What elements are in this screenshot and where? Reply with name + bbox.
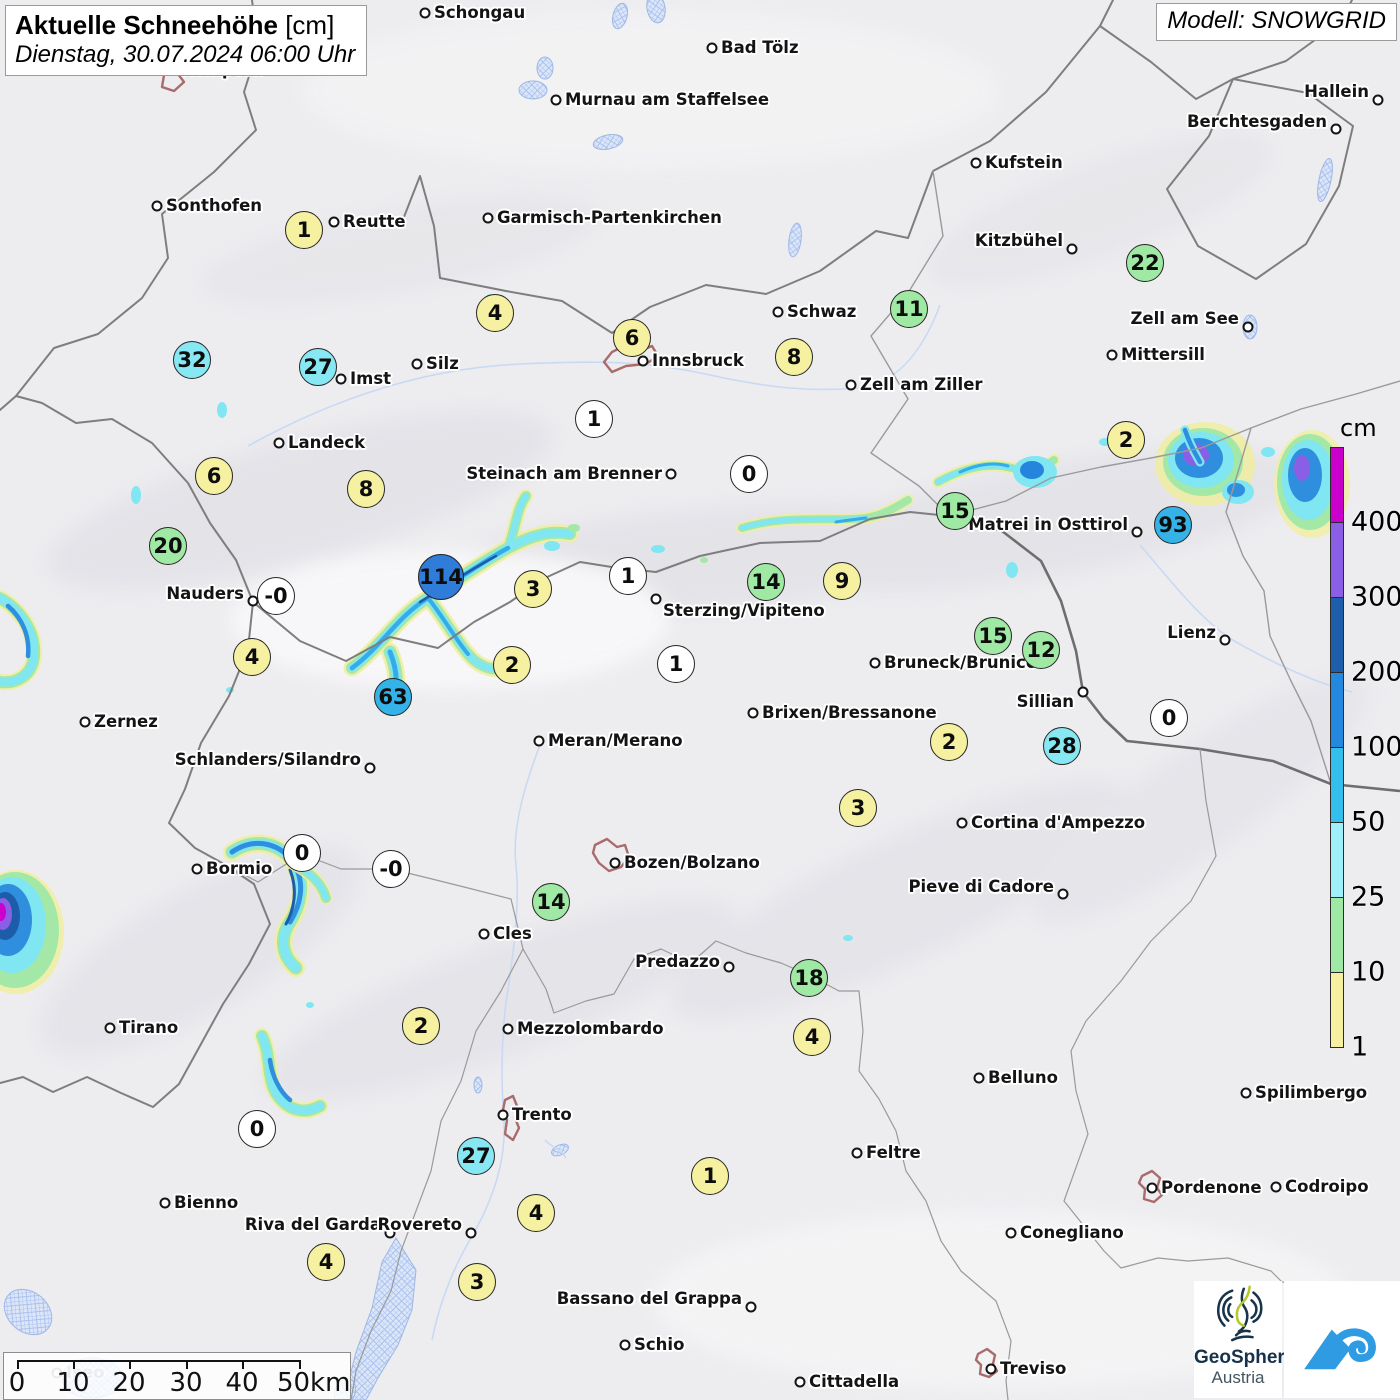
- legend-colorbar: [1330, 447, 1344, 1048]
- scalebar-line: [17, 1360, 300, 1362]
- legend-segment: [1330, 897, 1344, 973]
- station-value: 6: [613, 319, 651, 357]
- snow-map: SchongauBad TölzKemptenMurnau am Staffel…: [0, 0, 1400, 1400]
- geosphere-contour-icon: [1217, 1285, 1263, 1342]
- station-value: 15: [936, 492, 974, 530]
- station-value: 4: [517, 1194, 555, 1232]
- station-value: 4: [233, 638, 271, 676]
- station-value: 32: [173, 341, 211, 379]
- legend-tick-label: 25: [1351, 881, 1386, 913]
- geosphere-country: Austria: [1211, 1367, 1265, 1387]
- station-value: 4: [476, 294, 514, 332]
- station-value: 27: [457, 1137, 495, 1175]
- station-value: 8: [347, 470, 385, 508]
- legend-segment: [1330, 972, 1344, 1048]
- station-value: 8: [775, 338, 813, 376]
- legend-segment: [1330, 747, 1344, 823]
- legend-segment: [1330, 522, 1344, 598]
- station-value: 2: [493, 646, 531, 684]
- station-value: 0: [238, 1110, 276, 1148]
- station-value: 14: [747, 563, 785, 601]
- station-value: 28: [1043, 727, 1081, 765]
- scalebar-label: 30: [169, 1368, 203, 1398]
- station-value: 9: [823, 562, 861, 600]
- station-value: 15: [974, 617, 1012, 655]
- station-value: 114: [418, 554, 464, 600]
- station-value: 3: [839, 789, 877, 827]
- scalebar: 0 10 20 30 40 50km: [3, 1352, 351, 1400]
- mountain-icon: [1304, 1327, 1376, 1369]
- station-value: 12: [1022, 631, 1060, 669]
- legend-tick-label: 1: [1351, 1031, 1369, 1063]
- legend-tick-label: 300: [1351, 581, 1400, 613]
- station-value: 1: [609, 557, 647, 595]
- station-value: -0: [257, 577, 295, 615]
- map-title: Aktuelle Schneehöhe [cm]: [15, 10, 355, 41]
- station-value: 1: [285, 211, 323, 249]
- legend-tick-label: 10: [1351, 956, 1386, 988]
- title-text: Aktuelle Schneehöhe: [15, 10, 278, 40]
- legend-segment: [1330, 672, 1344, 748]
- scalebar-label: 0: [8, 1368, 26, 1398]
- station-value: 18: [790, 959, 828, 997]
- station-value: 14: [532, 883, 570, 921]
- station-value: 6: [195, 457, 233, 495]
- legend-unit: cm: [1340, 414, 1377, 442]
- station-value: 3: [514, 570, 552, 608]
- geosphere-name: GeoSphere: [1194, 1347, 1296, 1368]
- station-value: 63: [374, 678, 412, 716]
- legend-segment: [1330, 822, 1344, 898]
- mountain-logo: [1284, 1281, 1400, 1398]
- scalebar-label: 50km: [276, 1368, 351, 1398]
- station-value: 4: [307, 1243, 345, 1281]
- station-value: 1: [575, 400, 613, 438]
- station-value: 2: [1107, 421, 1145, 459]
- title-unit: [cm]: [285, 10, 335, 40]
- station-layer: 1 4 6 8 11 22 32 27 1 2 6 8 0 15 93 20 114 3 1 14 9 -0 4 15 12 2 1…: [0, 0, 1400, 1400]
- legend-tick-label: 200: [1351, 656, 1400, 688]
- title-box: Aktuelle Schneehöhe [cm] Dienstag, 30.07…: [5, 5, 368, 77]
- legend-tick-label: 400: [1351, 506, 1400, 538]
- station-value: 22: [1126, 244, 1164, 282]
- station-value: 93: [1154, 506, 1192, 544]
- station-value: 4: [793, 1018, 831, 1056]
- station-value: 2: [930, 723, 968, 761]
- scalebar-label: 40: [225, 1368, 259, 1398]
- station-value: 0: [1150, 699, 1188, 737]
- model-label: Modell: SNOWGRID: [1156, 3, 1397, 41]
- legend: cm 400 300 200 100 50 25 10 1: [1330, 414, 1400, 1060]
- legend-tick-label: 100: [1351, 731, 1400, 763]
- station-value: 11: [890, 290, 928, 328]
- scalebar-label: 20: [112, 1368, 146, 1398]
- station-value: 2: [402, 1007, 440, 1045]
- map-subtitle: Dienstag, 30.07.2024 06:00 Uhr: [15, 40, 356, 68]
- station-value: 1: [657, 645, 695, 683]
- station-value: -0: [372, 850, 410, 888]
- station-value: 20: [149, 527, 187, 565]
- legend-segment: [1330, 447, 1344, 523]
- geosphere-logo: GeoSphere Austria: [1194, 1281, 1296, 1398]
- station-value: 27: [299, 348, 337, 386]
- scalebar-label: 10: [56, 1368, 90, 1398]
- legend-segment: [1330, 597, 1344, 673]
- station-value: 1: [691, 1157, 729, 1195]
- station-value: 3: [458, 1263, 496, 1301]
- legend-tick-label: 50: [1351, 806, 1386, 838]
- station-value: 0: [283, 834, 321, 872]
- station-value: 0: [730, 455, 768, 493]
